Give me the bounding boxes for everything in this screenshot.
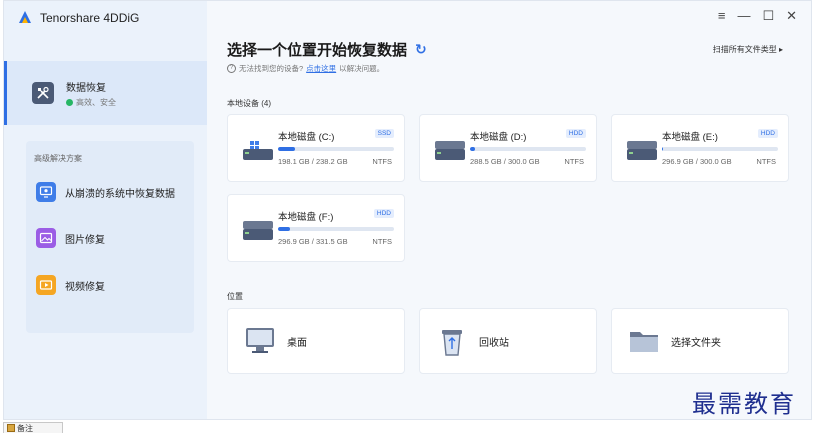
minimize-icon[interactable]: —	[737, 9, 750, 23]
drive-card-e[interactable]: 本地磁盘 (E:) HDD 296.9 GB / 300.0 GB NTFS	[611, 114, 789, 182]
status-text: 高效、安全	[76, 97, 116, 107]
drive-usage-fill	[470, 147, 475, 151]
sidebar-item-label: 从崩溃的系统中恢复数据	[65, 188, 175, 200]
drive-filesystem: NTFS	[372, 157, 392, 166]
sidebar-item-label: 数据恢复	[66, 82, 106, 94]
drive-name: 本地磁盘 (C:)	[278, 132, 335, 143]
drive-filesystem: NTFS	[372, 237, 392, 246]
scan-all-label: 扫描所有文件类型	[712, 45, 777, 54]
drive-name: 本地磁盘 (F:)	[278, 212, 334, 223]
menu-icon[interactable]: ≡	[718, 9, 726, 23]
hint-suffix: 以解决问题。	[339, 64, 385, 73]
location-desktop[interactable]: 桌面	[227, 308, 405, 374]
device-hint: ? 无法找到您的设备? 点击这里 以解决问题。	[227, 63, 384, 74]
location-select-folder[interactable]: 选择文件夹	[611, 308, 789, 374]
advanced-solutions-panel: 高级解决方案 从崩溃的系统中恢复数据 图片修复 视频修复	[26, 141, 194, 333]
sidebar-item-label: 视频修复	[65, 281, 105, 293]
drive-filesystem: NTFS	[564, 157, 584, 166]
drive-card-d[interactable]: 本地磁盘 (D:) HDD 288.5 GB / 300.0 GB NTFS	[419, 114, 597, 182]
drive-usage-fill	[278, 227, 290, 231]
drive-usage-bar	[470, 147, 586, 151]
drive-type-badge: HDD	[757, 129, 778, 138]
main-panel: ≡ — ☐ ✕ 选择一个位置开始恢复数据 ↻ ? 无法找到您的设备? 点击这里 …	[207, 1, 811, 419]
advanced-title: 高级解决方案	[34, 154, 82, 163]
drive-usage-fill	[662, 147, 664, 151]
page-title: 选择一个位置开始恢复数据	[227, 42, 408, 59]
photo-repair-icon	[36, 228, 56, 248]
maximize-icon[interactable]: ☐	[762, 9, 774, 23]
sidebar-item-photo-repair[interactable]: 图片修复	[36, 227, 105, 249]
drive-usage-bar	[662, 147, 778, 151]
location-heading: 位置	[227, 292, 243, 301]
drive-type-badge: HDD	[373, 209, 394, 218]
drive-type-badge: SSD	[374, 129, 394, 138]
drive-icon	[243, 221, 273, 240]
sidebar-item-crash-recovery[interactable]: 从崩溃的系统中恢复数据	[36, 181, 175, 203]
drive-size: 296.9 GB / 300.0 GB	[662, 157, 732, 166]
check-icon	[66, 98, 73, 106]
page-title-row: 选择一个位置开始恢复数据 ↻	[227, 39, 427, 60]
close-icon[interactable]: ✕	[786, 9, 797, 23]
app-window: Tenorshare 4DDiG 数据恢复 高效、安全 高级解决方案 从崩溃的系…	[3, 0, 812, 420]
question-icon: ?	[227, 64, 236, 73]
window-controls: ≡ — ☐ ✕	[718, 9, 797, 23]
drive-type-badge: HDD	[565, 129, 586, 138]
drive-size: 288.5 GB / 300.0 GB	[470, 157, 540, 166]
drive-filesystem: NTFS	[756, 157, 776, 166]
location-label: 选择文件夹	[671, 337, 721, 349]
scan-all-types-button[interactable]: 扫描所有文件类型 ▸	[713, 44, 783, 55]
drive-usage-bar	[278, 147, 394, 151]
drive-name: 本地磁盘 (E:)	[662, 132, 718, 143]
click-here-link[interactable]: 点击这里	[306, 63, 336, 74]
watermark-text: 最需教育	[692, 390, 796, 418]
location-label: 回收站	[479, 337, 509, 349]
hint-prefix: 无法找到您的设备?	[239, 64, 304, 73]
app-title: Tenorshare 4DDiG	[40, 11, 140, 25]
drive-size: 296.9 GB / 331.5 GB	[278, 237, 348, 246]
taskbar-item[interactable]: 备注	[3, 422, 63, 433]
tools-icon	[32, 82, 54, 104]
drive-size: 198.1 GB / 238.2 GB	[278, 157, 348, 166]
desktop-icon	[243, 324, 277, 358]
video-repair-icon	[36, 275, 56, 295]
sidebar: Tenorshare 4DDiG 数据恢复 高效、安全 高级解决方案 从崩溃的系…	[4, 1, 207, 419]
drive-icon	[243, 141, 273, 160]
drive-icon	[627, 141, 657, 160]
sidebar-item-video-repair[interactable]: 视频修复	[36, 274, 105, 296]
drive-card-f[interactable]: 本地磁盘 (F:) HDD 296.9 GB / 331.5 GB NTFS	[227, 194, 405, 262]
drive-usage-bar	[278, 227, 394, 231]
tenorshare-logo-icon	[16, 9, 34, 27]
brand: Tenorshare 4DDiG	[16, 7, 139, 29]
recycle-bin-icon	[435, 324, 469, 358]
local-devices-heading: 本地设备 (4)	[227, 99, 271, 108]
monitor-recover-icon	[36, 182, 56, 202]
refresh-icon[interactable]: ↻	[415, 41, 427, 58]
caret-right-icon: ▸	[778, 45, 783, 54]
location-recycle-bin[interactable]: 回收站	[419, 308, 597, 374]
drive-card-c[interactable]: 本地磁盘 (C:) SSD 198.1 GB / 238.2 GB NTFS	[227, 114, 405, 182]
drive-icon	[435, 141, 465, 160]
note-icon	[7, 424, 15, 432]
sidebar-item-status: 高效、安全	[66, 97, 116, 108]
sidebar-item-data-recovery[interactable]: 数据恢复 高效、安全	[4, 61, 207, 125]
drive-usage-fill	[278, 147, 296, 151]
sidebar-item-label: 图片修复	[65, 234, 105, 246]
taskbar-label: 备注	[17, 423, 33, 433]
folder-icon	[627, 324, 661, 358]
drive-name: 本地磁盘 (D:)	[470, 132, 527, 143]
location-label: 桌面	[287, 337, 307, 349]
